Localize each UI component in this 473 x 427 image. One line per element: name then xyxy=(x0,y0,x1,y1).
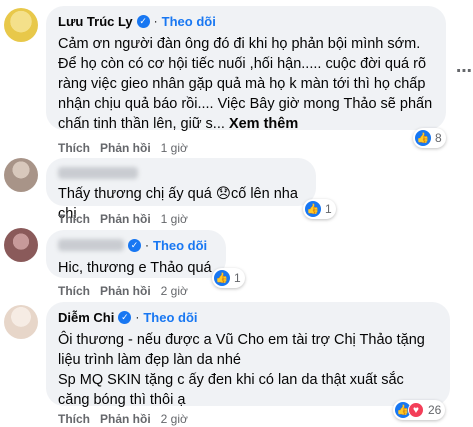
reactions-summary[interactable]: 👍 1 xyxy=(303,199,336,219)
comment-author-redacted xyxy=(58,167,138,179)
timestamp[interactable]: 2 giờ xyxy=(161,284,188,298)
separator-dot: · xyxy=(135,310,140,324)
reply-button[interactable]: Phản hồi xyxy=(100,412,151,426)
reply-button[interactable]: Phản hồi xyxy=(100,212,151,226)
comment-author-redacted xyxy=(58,239,124,251)
reaction-count: 8 xyxy=(435,131,442,145)
follow-button[interactable]: Theo dõi xyxy=(143,310,197,325)
avatar[interactable] xyxy=(4,8,38,42)
reply-button[interactable]: Phản hồi xyxy=(100,284,151,298)
see-more-link[interactable]: Xem thêm xyxy=(229,116,298,132)
timestamp[interactable]: 2 giờ xyxy=(161,412,188,426)
avatar[interactable] xyxy=(4,228,38,262)
like-icon: 👍 xyxy=(214,270,230,286)
follow-button[interactable]: Theo dõi xyxy=(153,238,207,253)
reaction-count: 1 xyxy=(325,202,332,216)
comment-text: Hic, thương e Thảo quá xyxy=(58,260,212,276)
comment-actions: Thích Phản hồi 1 giờ xyxy=(58,141,188,155)
comment-author[interactable]: Diễm Chi xyxy=(58,310,114,325)
reactions-summary[interactable]: 👍 8 xyxy=(413,128,446,148)
comment-bubble: Thấy thương chị ấy quá 😞cố lên nha chị xyxy=(46,158,316,222)
like-button[interactable]: Thích xyxy=(58,212,90,226)
like-button[interactable]: Thích xyxy=(58,412,90,426)
comment-actions: Thích Phản hồi 1 giờ xyxy=(58,212,188,226)
timestamp[interactable]: 1 giờ xyxy=(161,141,188,155)
love-icon: ♥ xyxy=(408,402,424,418)
like-icon: 👍 xyxy=(415,130,431,146)
verified-badge-icon: ✓ xyxy=(128,238,141,252)
reactions-summary[interactable]: 👍 1 xyxy=(212,268,245,288)
comment-author[interactable]: Lưu Trúc Ly xyxy=(58,14,133,29)
avatar[interactable] xyxy=(4,305,38,339)
like-button[interactable]: Thích xyxy=(58,141,90,155)
separator-dot: · xyxy=(145,238,149,252)
reply-button[interactable]: Phản hồi xyxy=(100,141,151,155)
comment-bubble: Diễm Chi ✓ · Theo dõi Ôi thương - nếu đư… xyxy=(46,302,450,408)
follow-button[interactable]: Theo dõi xyxy=(162,14,216,29)
separator-dot: · xyxy=(153,14,158,28)
reaction-count: 1 xyxy=(234,271,241,285)
reaction-count: 26 xyxy=(428,403,442,417)
verified-badge-icon: ✓ xyxy=(136,14,150,28)
comment-actions: Thích Phản hồi 2 giờ xyxy=(58,284,188,298)
comment-actions: Thích Phản hồi 2 giờ xyxy=(58,412,188,426)
verified-badge-icon: ✓ xyxy=(118,310,132,324)
like-icon: 👍 xyxy=(305,201,321,217)
more-dots-icon[interactable]: ⋯ xyxy=(452,60,473,84)
comment-bubble: ✓ · Theo dõi Hic, thương e Thảo quá xyxy=(46,230,226,278)
like-button[interactable]: Thích xyxy=(58,284,90,298)
reactions-summary[interactable]: 👍 ♥ 26 xyxy=(393,400,446,420)
comment-text: Ôi thương - nếu được a Vũ Cho em tài trợ… xyxy=(58,332,425,408)
comment-bubble: Lưu Trúc Ly ✓ · Theo dõi Cảm ơn người đà… xyxy=(46,6,446,132)
timestamp[interactable]: 1 giờ xyxy=(161,212,188,226)
avatar[interactable] xyxy=(4,158,38,192)
